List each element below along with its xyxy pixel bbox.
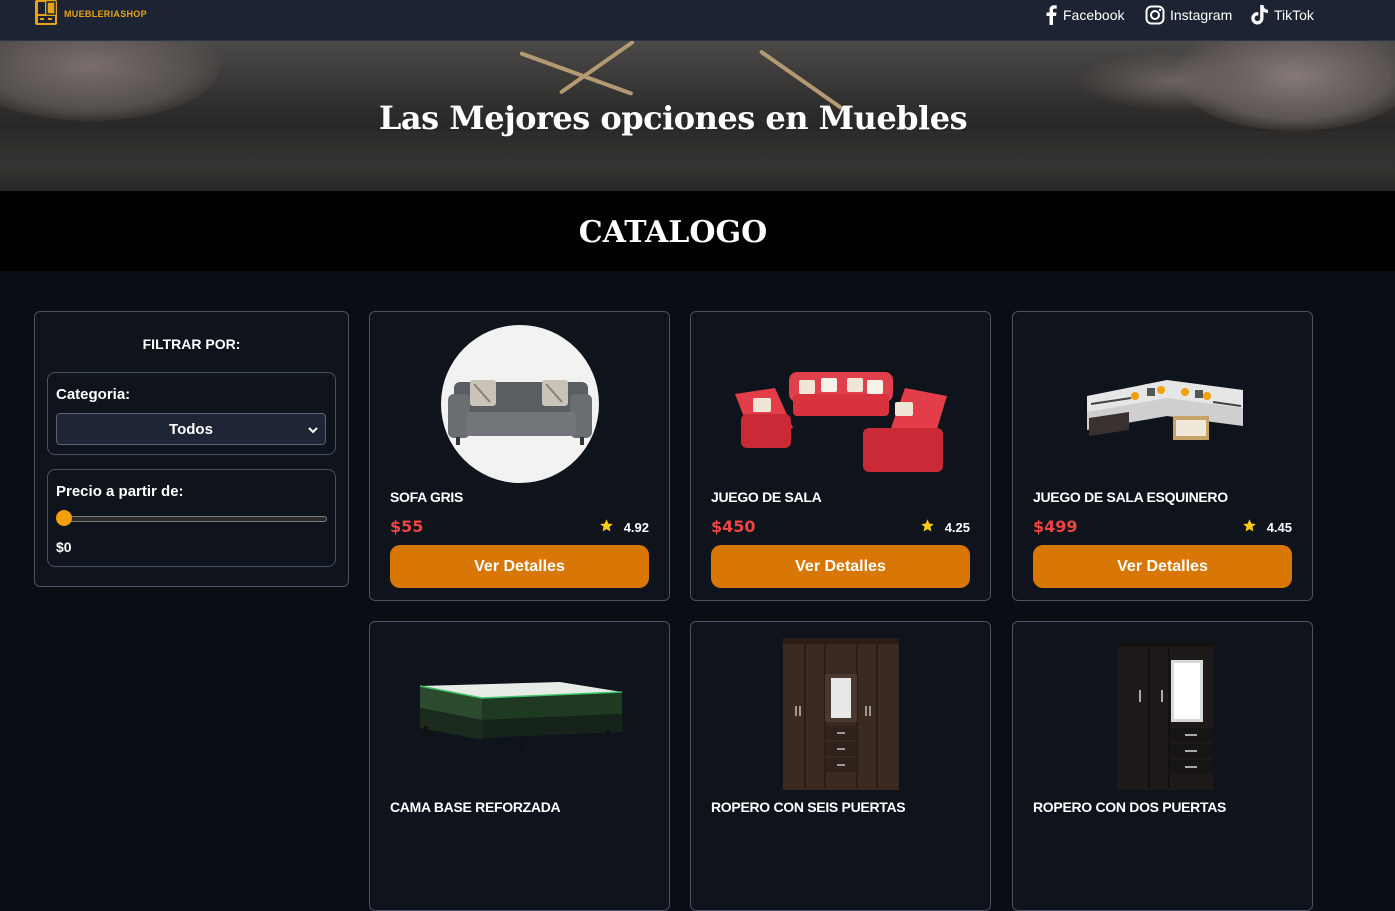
navbar: MUEBLERIASHOP Facebook Instagram TikTok bbox=[0, 0, 1395, 41]
logo-icon bbox=[34, 0, 58, 27]
product-rating: 4.45 bbox=[1242, 518, 1292, 536]
chevron-down-icon bbox=[307, 423, 319, 440]
instagram-label: Instagram bbox=[1170, 7, 1233, 23]
instagram-icon bbox=[1145, 5, 1165, 25]
corner-sofa-image bbox=[1013, 324, 1312, 484]
filter-title: FILTRAR POR: bbox=[142, 336, 241, 352]
hero-title: Las Mejores opciones en Muebles bbox=[378, 99, 968, 137]
rating-value: 4.25 bbox=[944, 519, 970, 535]
hero-table-leg bbox=[558, 41, 635, 95]
facebook-label: Facebook bbox=[1063, 7, 1125, 23]
details-button[interactable]: Ver Detalles bbox=[1033, 545, 1292, 588]
star-icon bbox=[599, 518, 614, 536]
product-name: JUEGO DE SALA bbox=[711, 489, 822, 505]
star-icon bbox=[1242, 518, 1257, 536]
price-value: $0 bbox=[56, 539, 72, 555]
price-label: Precio a partir de: bbox=[56, 483, 184, 500]
hero-table-leg bbox=[519, 51, 634, 96]
catalog-title: CATALOGO bbox=[578, 215, 768, 250]
facebook-link[interactable]: Facebook bbox=[1044, 4, 1124, 26]
brand-logo[interactable]: MUEBLERIASHOP bbox=[34, 0, 147, 27]
product-card: JUEGO DE SALA ESQUINERO $499 4.45 Ver De… bbox=[1012, 311, 1313, 601]
details-button[interactable]: Ver Detalles bbox=[390, 545, 649, 588]
hero-rug bbox=[0, 131, 1395, 191]
price-filter-box: Precio a partir de: $0 bbox=[47, 469, 336, 567]
product-name: SOFA GRIS bbox=[390, 489, 464, 505]
mattress-image bbox=[370, 634, 669, 794]
filter-panel: FILTRAR POR: Categoria: Todos Precio a p… bbox=[34, 311, 349, 587]
product-price: $55 bbox=[390, 517, 424, 536]
product-card: SOFA GRIS $55 4.92 Ver Detalles bbox=[369, 311, 670, 601]
product-price: $450 bbox=[711, 517, 756, 536]
product-card: ROPERO CON SEIS PUERTAS bbox=[690, 621, 991, 911]
red-sofa-set-image bbox=[691, 324, 990, 484]
hero-banner: Las Mejores opciones en Muebles bbox=[0, 41, 1395, 191]
category-select[interactable]: Todos bbox=[56, 413, 326, 445]
category-selected-value: Todos bbox=[169, 420, 213, 438]
category-label: Categoria: bbox=[56, 386, 131, 403]
tiktok-icon bbox=[1251, 5, 1269, 25]
product-card: ROPERO CON DOS PUERTAS bbox=[1012, 621, 1313, 911]
wardrobe-two-doors-image bbox=[1013, 634, 1312, 794]
rating-value: 4.45 bbox=[1266, 519, 1292, 535]
product-name: ROPERO CON DOS PUERTAS bbox=[1033, 799, 1227, 815]
product-name: ROPERO CON SEIS PUERTAS bbox=[711, 799, 906, 815]
gray-sofa-image bbox=[370, 324, 669, 484]
tiktok-link[interactable]: TikTok bbox=[1251, 4, 1314, 26]
product-rating: 4.25 bbox=[920, 518, 970, 536]
wardrobe-six-doors-image bbox=[691, 634, 990, 794]
brand-name: MUEBLERIASHOP bbox=[64, 8, 147, 19]
product-card: JUEGO DE SALA $450 4.25 Ver Detalles bbox=[690, 311, 991, 601]
product-price: $499 bbox=[1033, 517, 1078, 536]
catalog-header: CATALOGO bbox=[0, 191, 1395, 271]
facebook-icon bbox=[1044, 5, 1058, 25]
tiktok-label: TikTok bbox=[1274, 7, 1314, 23]
product-name: CAMA BASE REFORZADA bbox=[390, 799, 561, 815]
price-slider-thumb[interactable] bbox=[56, 510, 72, 526]
instagram-link[interactable]: Instagram bbox=[1145, 4, 1232, 26]
price-slider-track[interactable] bbox=[57, 516, 327, 522]
rating-value: 4.92 bbox=[623, 519, 649, 535]
product-rating: 4.92 bbox=[599, 518, 649, 536]
details-button[interactable]: Ver Detalles bbox=[711, 545, 970, 588]
category-filter-box: Categoria: Todos bbox=[47, 372, 336, 455]
product-card: CAMA BASE REFORZADA bbox=[369, 621, 670, 911]
product-name: JUEGO DE SALA ESQUINERO bbox=[1033, 489, 1228, 505]
star-icon bbox=[920, 518, 935, 536]
